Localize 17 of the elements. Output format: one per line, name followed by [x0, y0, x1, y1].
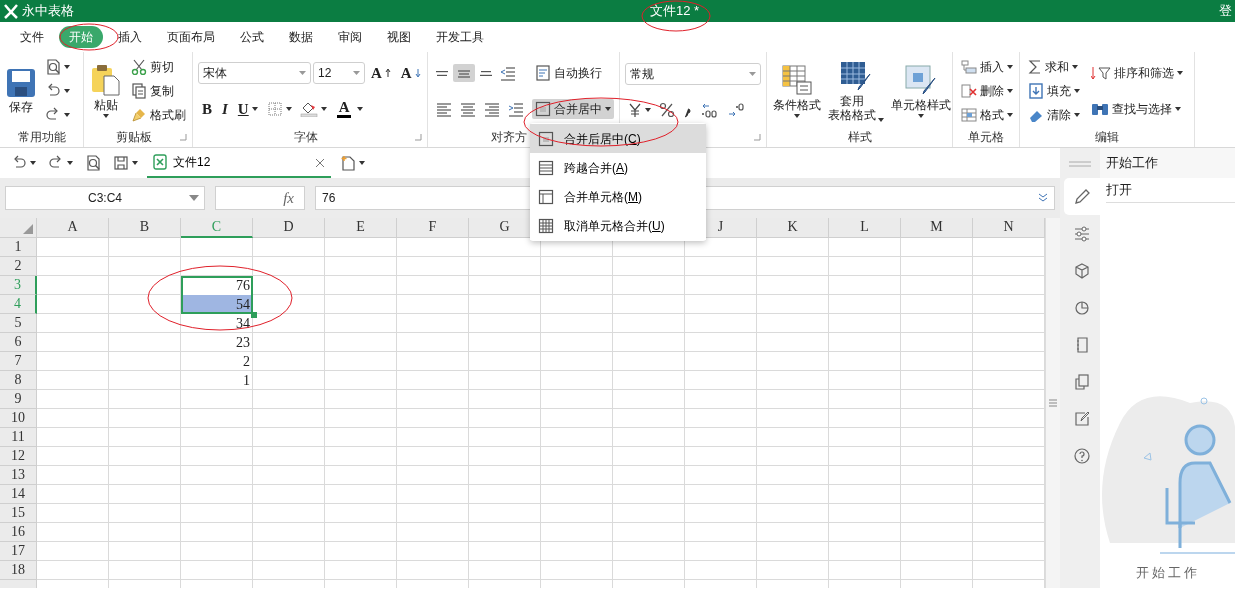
group-label: 单元格 [968, 129, 1004, 146]
app-name: 永中表格 [22, 2, 74, 21]
button-label: 保存 [9, 99, 33, 115]
button-label: 单元格样式 [891, 97, 951, 113]
group-label: 剪贴板 [116, 129, 152, 146]
pane-caption: 开始工作 [1134, 563, 1201, 582]
group-label: 编辑 [1095, 129, 1119, 146]
group-label: 对齐方 [491, 129, 527, 146]
window-title: 文件12 * [649, 2, 700, 21]
button-label: 粘贴 [94, 97, 118, 113]
font-color-letter: A [337, 100, 351, 115]
group-label: 字体 [294, 129, 318, 146]
pane-title: 开始工作 [1100, 148, 1235, 178]
button-label: 条件格式 [773, 97, 821, 113]
group-label: 常用功能 [17, 129, 66, 146]
group-label: 样式 [847, 129, 872, 146]
button-label: 套用 表格格式 [828, 93, 876, 123]
